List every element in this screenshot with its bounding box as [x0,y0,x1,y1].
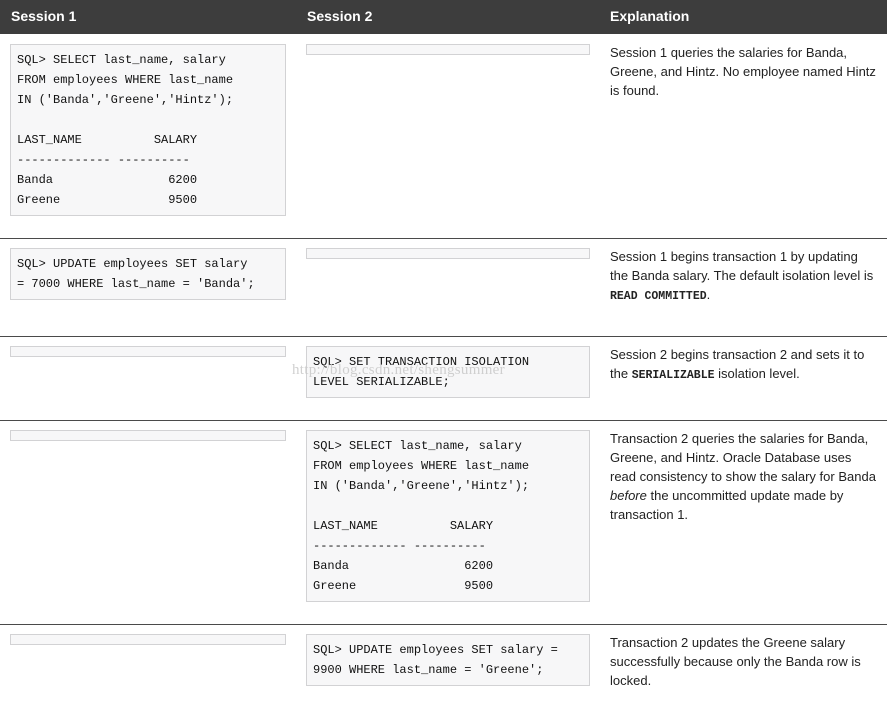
emphasis: before [610,488,647,503]
session2-empty-block [306,248,590,259]
session2-code-block: SQL> SET TRANSACTION ISOLATION LEVEL SER… [306,346,590,398]
row-separator [0,238,887,239]
header-explanation: Explanation [610,8,690,24]
session2-empty-block [306,44,590,55]
explanation-text: Session 1 begins transaction 1 by updati… [610,249,874,303]
row-separator [0,420,887,421]
row-separator [0,336,887,337]
session2-code-block: SQL> SELECT last_name, salary FROM emplo… [306,430,590,602]
code-term: READ COMMITTED [610,290,707,303]
code-term: SERIALIZABLE [631,369,715,382]
code-text: SQL> UPDATE employees SET salary = 7000 … [17,257,255,291]
explanation-text: Session 2 begins transaction 2 and sets … [610,347,865,382]
table-header: Session 1 Session 2 Explanation [0,0,887,34]
session2-code-block: SQL> UPDATE employees SET salary = 9900 … [306,634,590,686]
code-text: SQL> SELECT last_name, salary FROM emplo… [313,439,530,593]
code-text: SQL> SELECT last_name, salary FROM emplo… [17,53,234,207]
explanation-text: Transaction 2 updates the Greene salary … [610,635,861,688]
session1-empty-block [10,430,286,441]
code-text: SQL> SET TRANSACTION ISOLATION LEVEL SER… [313,355,530,389]
session1-code-block: SQL> SELECT last_name, salary FROM emplo… [10,44,286,216]
explanation-text: Session 1 queries the salaries for Banda… [610,45,876,98]
header-session-1: Session 1 [11,8,77,24]
header-session-2: Session 2 [307,8,373,24]
row-separator [0,624,887,625]
explanation-text: Transaction 2 queries the salaries for B… [610,431,876,522]
code-text: SQL> UPDATE employees SET salary = 9900 … [313,643,558,677]
session1-empty-block [10,634,286,645]
session1-code-block: SQL> UPDATE employees SET salary = 7000 … [10,248,286,300]
session1-empty-block [10,346,286,357]
